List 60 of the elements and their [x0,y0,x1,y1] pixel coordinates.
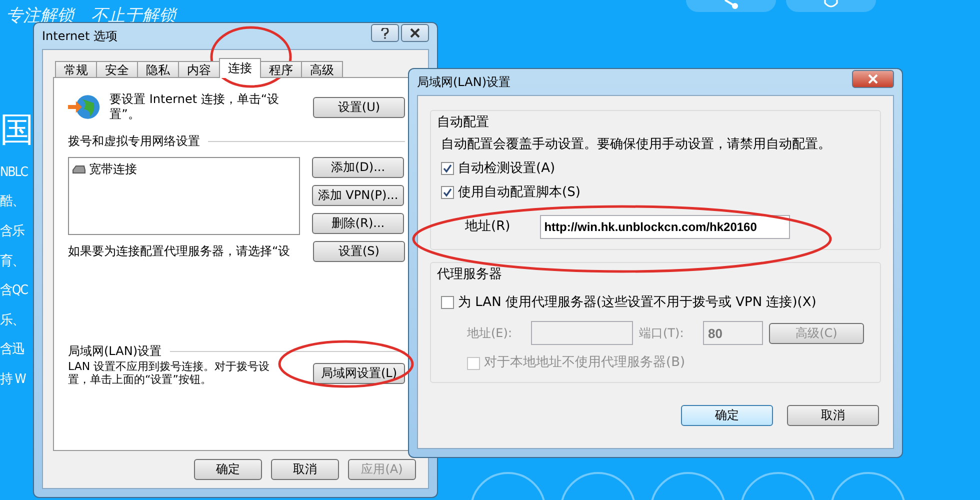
globe-icon [68,93,102,121]
dialog-button[interactable]: 确定 [194,459,262,480]
checkbox[interactable] [441,296,454,309]
modem-icon [72,164,86,175]
side-text: NBLC [0,164,29,180]
proxy-settings-button[interactable]: 设置(S) [313,241,405,262]
tab[interactable]: 常规 [55,61,97,78]
dialog-button[interactable]: 确定 [681,404,773,426]
dialog-button[interactable]: 取消 [787,404,879,426]
lan-settings-button[interactable]: 局域网设置(L) [313,363,405,384]
dialup-button[interactable]: 添加(D)... [312,157,404,178]
checkbox[interactable] [441,186,454,199]
section-heading: 局域网(LAN)设置 [68,344,162,359]
checkbox-label: 为 LAN 使用代理服务器(这些设置不用于拨号或 VPN 连接)(X) [458,294,816,312]
tab[interactable]: 安全 [96,61,138,78]
tab[interactable]: 内容 [178,61,220,78]
section-heading: 拨号和虚拟专用网络设置 [68,134,200,149]
shield-icon [824,0,838,10]
window-title: 局域网(LAN)设置 [417,74,511,90]
help-icon [381,28,389,38]
checkbox[interactable] [441,162,454,175]
checkbox-label: 使用自动配置脚本(S) [458,184,580,202]
side-text: 酷、 [0,194,25,210]
setup-text: 要设置 Internet 连接，单击“设置”。 [110,92,280,122]
share-icon [723,0,739,10]
close-button[interactable] [401,24,429,42]
side-text: 含乐 [0,224,26,240]
lan-text: LAN 设置不应用到拨号连接。对于拨号设置，单击上面的“设置”按钮。 [68,361,271,386]
close-icon [410,28,420,38]
tab[interactable]: 高级 [301,61,343,78]
script-address-field[interactable]: http://win.hk.unblockcn.com/hk20160 [540,215,790,240]
window-title: Internet 选项 [42,28,118,44]
dialup-button[interactable]: 删除(R)... [312,213,404,234]
group-title: 自动配置 [437,114,490,131]
help-button[interactable] [371,24,399,42]
side-text: 含迅 [0,342,25,358]
auto-config-note: 自动配置会覆盖手动设置。要确保使用手动设置，请禁用自动配置。 [441,137,832,154]
connection-item[interactable]: 宽带连接 [89,161,137,178]
connection-list[interactable]: 宽带连接 [68,157,300,235]
side-text: 育、 [0,254,25,270]
tab[interactable]: 隐私 [137,61,179,78]
side-text: 乐、 [0,312,25,328]
side-text: 国 [0,110,33,151]
close-icon [868,74,878,84]
field-label: 端口(T): [639,326,685,341]
setup-button[interactable]: 设置(U) [313,96,405,118]
group-title: 代理服务器 [437,266,503,284]
dialup-button[interactable]: 添加 VPN(P)... [312,185,404,206]
field-label: 地址(E): [467,326,513,341]
side-text: 持 W [0,372,27,388]
close-button[interactable] [852,70,894,88]
checkbox-label: 对于本地地址不使用代理服务器(B) [484,355,686,372]
checkbox[interactable] [467,356,480,370]
checkbox-label: 自动检测设置(A) [458,160,556,178]
side-text: 含QC [0,283,29,299]
tab[interactable]: 连接 [219,58,261,78]
proxy-text: 如果要为连接配置代理服务器，请选择“设 [68,244,290,259]
dialog-button[interactable]: 取消 [271,459,339,480]
tab[interactable]: 程序 [260,61,302,78]
field-label: 地址(R) [465,219,510,236]
